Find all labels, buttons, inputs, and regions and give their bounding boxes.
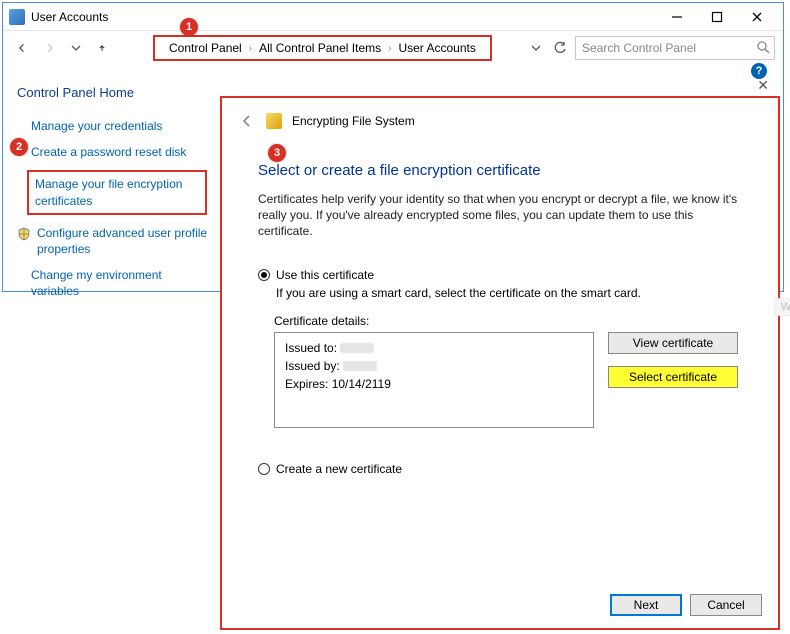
- breadcrumb[interactable]: Control Panel › All Control Panel Items …: [153, 35, 492, 61]
- cert-issued-by-value: [343, 361, 377, 371]
- efs-icon: [266, 113, 282, 129]
- forward-button[interactable]: [39, 37, 61, 59]
- refresh-icon[interactable]: [551, 39, 569, 57]
- maximize-button[interactable]: [697, 4, 737, 30]
- step-badge-1: 1: [180, 18, 198, 36]
- close-button[interactable]: [737, 4, 777, 30]
- cert-expires-label: Expires:: [285, 377, 328, 391]
- cert-details-label: Certificate details:: [274, 314, 742, 328]
- select-certificate-button[interactable]: Select certificate: [608, 366, 738, 388]
- wizard-heading: Select or create a file encryption certi…: [258, 162, 742, 179]
- location-icon: [123, 39, 143, 57]
- wizard-title: Encrypting File System: [292, 114, 415, 128]
- sidebar-link-env-vars[interactable]: Change my environment variables: [31, 267, 211, 299]
- sidebar-link-file-encryption[interactable]: Manage your file encryption certificates: [27, 170, 207, 214]
- sidebar: Control Panel Home Manage your credentia…: [17, 81, 227, 310]
- chevron-right-icon: ›: [385, 43, 394, 54]
- window-snip-watermark: Window Sni: [774, 298, 790, 316]
- cancel-button[interactable]: Cancel: [690, 594, 762, 616]
- breadcrumb-item[interactable]: All Control Panel Items: [255, 41, 385, 55]
- sidebar-link-advanced-profile[interactable]: Configure advanced user profile properti…: [37, 225, 217, 257]
- option-create-label: Create a new certificate: [276, 462, 402, 476]
- search-placeholder: Search Control Panel: [582, 41, 696, 55]
- title-bar: User Accounts: [3, 3, 783, 31]
- address-toolbar: Control Panel › All Control Panel Items …: [3, 31, 783, 65]
- address-chevron-down-icon[interactable]: [527, 39, 545, 57]
- view-certificate-button[interactable]: View certificate: [608, 332, 738, 354]
- breadcrumb-item[interactable]: Control Panel: [165, 41, 246, 55]
- search-icon[interactable]: [756, 40, 770, 54]
- control-panel-home-link[interactable]: Control Panel Home: [17, 85, 227, 100]
- chevron-right-icon: ›: [246, 43, 255, 54]
- breadcrumb-item[interactable]: User Accounts: [394, 41, 479, 55]
- cert-issued-to-value: [340, 343, 374, 353]
- back-button[interactable]: [11, 37, 33, 59]
- option-use-label: Use this certificate: [276, 268, 374, 282]
- user-accounts-icon: [9, 9, 25, 25]
- up-button[interactable]: [91, 37, 113, 59]
- radio-unselected-icon[interactable]: [258, 463, 270, 475]
- shield-icon: [17, 227, 31, 241]
- wizard-back-button[interactable]: [238, 112, 256, 130]
- window-title: User Accounts: [31, 10, 108, 24]
- option-create-certificate[interactable]: Create a new certificate: [258, 462, 742, 476]
- step-badge-2: 2: [10, 138, 28, 156]
- minimize-button[interactable]: [657, 4, 697, 30]
- step-badge-3: 3: [268, 144, 286, 162]
- sidebar-link-credentials[interactable]: Manage your credentials: [31, 118, 211, 134]
- close-icon[interactable]: ✕: [757, 77, 769, 94]
- option-use-certificate[interactable]: Use this certificate: [258, 268, 742, 282]
- radio-selected-icon[interactable]: [258, 269, 270, 281]
- efs-wizard: Encrypting File System Select or create …: [220, 96, 780, 630]
- wizard-description: Certificates help verify your identity s…: [258, 191, 738, 240]
- sidebar-link-reset-disk[interactable]: Create a password reset disk: [31, 144, 211, 160]
- recent-locations-chevron-icon[interactable]: [67, 39, 85, 57]
- cert-issued-to-label: Issued to:: [285, 341, 337, 355]
- option-use-sublabel: If you are using a smart card, select th…: [276, 286, 742, 300]
- search-input[interactable]: Search Control Panel: [575, 36, 775, 60]
- next-button[interactable]: Next: [610, 594, 682, 616]
- cert-expires-value: 10/14/2119: [332, 377, 391, 391]
- cert-issued-by-label: Issued by:: [285, 359, 340, 373]
- cert-details-box: Issued to: Issued by: Expires: 10/14/211…: [274, 332, 594, 428]
